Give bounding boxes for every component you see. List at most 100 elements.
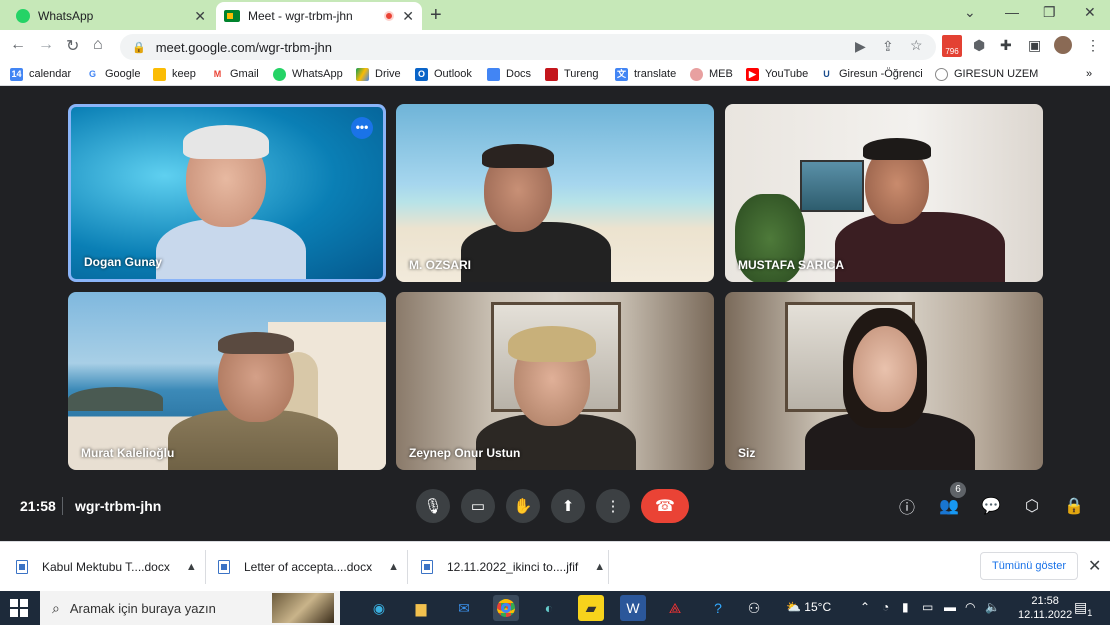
notification-count: 1 — [1087, 607, 1093, 618]
chevron-up-icon[interactable]: ▲ — [388, 561, 399, 573]
taskbar-clock[interactable]: 21:58 12.11.2022 — [1018, 594, 1072, 622]
chevron-up-icon[interactable]: ▲ — [594, 561, 605, 573]
bookmark-google[interactable]: G Google — [86, 66, 140, 82]
download-item[interactable]: Letter of accepta....docx ▲ — [218, 558, 399, 576]
bookmark-keep[interactable]: keep — [153, 66, 196, 82]
battery-icon[interactable]: ▬ — [944, 600, 956, 614]
edge-browser-icon[interactable]: ◉ — [366, 595, 392, 621]
microphone-icon: 🎙 — [423, 498, 443, 515]
side-panel-icon[interactable]: ▣ — [1028, 37, 1041, 54]
close-window-button[interactable]: ✕ — [1084, 4, 1096, 21]
show-all-downloads-button[interactable]: Tümünü göster — [980, 552, 1078, 580]
volume-icon[interactable]: 🔈 — [985, 600, 1000, 614]
weather-widget[interactable]: ⛅ 15°C — [786, 600, 831, 614]
tab-meet[interactable]: Meet - wgr-trbm-jhn ✕ — [216, 2, 422, 30]
share-icon[interactable]: ⇪ — [882, 38, 894, 55]
participant-tile[interactable]: Murat Kalelioğlu — [68, 292, 386, 470]
participant-video — [396, 104, 714, 282]
bookmark-tureng[interactable]: Tureng — [545, 66, 598, 82]
forward-arrow-icon[interactable]: → — [38, 36, 54, 54]
address-bar[interactable]: 🔒 meet.google.com/wgr-trbm-jhn — [120, 34, 936, 60]
more-options-icon[interactable]: ••• — [351, 117, 373, 139]
new-tab-button[interactable]: + — [430, 4, 442, 27]
tab-whatsapp[interactable]: WhatsApp ✕ — [8, 2, 214, 30]
participant-tile[interactable]: Zeynep Onur Ustun — [396, 292, 714, 470]
chat-icon[interactable]: 💬 — [979, 494, 1003, 518]
bookmark-whatsapp[interactable]: WhatsApp — [273, 66, 343, 82]
search-highlight-image — [272, 593, 334, 623]
people-icon[interactable]: ⚇ — [741, 595, 767, 621]
chevron-up-icon[interactable]: ▲ — [186, 561, 197, 573]
host-controls-lock-icon[interactable]: 🔒 — [1062, 494, 1086, 518]
tab-search-chevron-icon[interactable]: ⌄ — [964, 4, 976, 21]
bookmark-gmail[interactable]: M Gmail — [211, 66, 259, 82]
tray-app-icon[interactable]: ◔ — [882, 600, 889, 614]
home-icon[interactable]: ⌂ — [93, 36, 103, 54]
bookmark-label: Outlook — [434, 68, 472, 80]
minimize-button[interactable]: — — [1005, 4, 1019, 20]
reload-icon[interactable]: ↻ — [66, 36, 79, 56]
download-item[interactable]: Kabul Mektubu T....docx ▲ — [16, 558, 197, 576]
calendar-extension-icon[interactable]: 796 — [942, 35, 962, 57]
edge-dev-icon[interactable]: ◐ — [536, 595, 562, 621]
notification-center-icon[interactable]: ▤1 — [1074, 599, 1092, 618]
giresun-icon: U — [820, 67, 833, 81]
bookmark-translate[interactable]: 文 translate — [615, 66, 676, 82]
tray-chevron-icon[interactable]: ⌃ — [860, 600, 870, 614]
meeting-details-info-icon[interactable]: ⓘ — [895, 494, 919, 518]
bookmark-youtube[interactable]: ▶ YouTube — [746, 66, 808, 82]
acrobat-icon[interactable]: ⟁ — [662, 595, 688, 621]
back-arrow-icon[interactable]: ← — [10, 36, 26, 54]
mail-icon[interactable]: ✉ — [451, 595, 477, 621]
file-explorer-icon[interactable]: ▆ — [408, 595, 434, 621]
bookmark-label: Drive — [375, 68, 401, 80]
activities-icon[interactable]: ⬡ — [1020, 494, 1044, 518]
camera-in-use-icon[interactable]: ▶ — [855, 38, 866, 55]
close-tab-icon[interactable]: ✕ — [194, 8, 206, 25]
bookmark-star-icon[interactable]: ☆ — [910, 37, 923, 54]
bookmark-giresun-ogrenci[interactable]: U Giresun -Öğrenci — [820, 66, 923, 82]
tureng-icon — [545, 67, 558, 81]
raise-hand-button[interactable]: ✋ — [506, 489, 540, 523]
word-icon[interactable]: W — [620, 595, 646, 621]
recording-indicator-icon — [384, 11, 395, 21]
participant-tile[interactable]: Siz — [725, 292, 1043, 470]
present-screen-button[interactable]: ⬆ — [551, 489, 585, 523]
bookmark-calendar[interactable]: 14 calendar — [10, 66, 71, 82]
camera-button[interactable]: ▭ — [461, 489, 495, 523]
windows-start-icon[interactable] — [10, 599, 28, 617]
bookmark-drive[interactable]: Drive — [356, 66, 401, 82]
bookmark-giresun-uzem[interactable]: GIRESUN UZEM — [935, 66, 1038, 82]
profile-avatar[interactable] — [1054, 36, 1072, 54]
google-icon: G — [86, 67, 99, 81]
tray-display-icon[interactable]: ▭ — [922, 600, 933, 614]
close-tab-icon[interactable]: ✕ — [402, 8, 414, 25]
bookmark-meb[interactable]: MEB — [690, 66, 733, 82]
downloads-bar: Kabul Mektubu T....docx ▲ Letter of accep… — [0, 541, 1110, 591]
sticky-notes-icon[interactable]: ▰ — [578, 595, 604, 621]
download-name: Letter of accepta....docx — [244, 560, 373, 574]
help-icon[interactable]: ? — [705, 595, 731, 621]
download-item[interactable]: 12.11.2022_ikinci to....jfif ▲ — [421, 558, 605, 576]
participant-tile[interactable]: MUSTAFA SARICA — [725, 104, 1043, 282]
chrome-icon[interactable] — [493, 595, 519, 621]
bookmark-outlook[interactable]: O Outlook — [415, 66, 472, 82]
leave-call-button[interactable]: ☎ — [641, 489, 689, 523]
participant-name: M. OZSARI — [409, 258, 471, 272]
extension-icon[interactable]: ⬢ — [973, 37, 985, 54]
wifi-icon[interactable]: ◠ — [965, 600, 975, 614]
menu-kebab-icon[interactable]: ⋮ — [1086, 37, 1100, 54]
url-text: meet.google.com/wgr-trbm-jhn — [155, 39, 332, 55]
restore-button[interactable]: ❐ — [1043, 4, 1056, 21]
bookmark-docs[interactable]: Docs — [487, 66, 531, 82]
close-downloads-icon[interactable]: ✕ — [1088, 556, 1101, 576]
meet-favicon-icon — [224, 10, 240, 22]
participant-tile[interactable]: ••• Dogan Gunay — [68, 104, 386, 282]
puzzle-extensions-icon[interactable]: ✚ — [1000, 37, 1012, 54]
participant-tile[interactable]: M. OZSARI — [396, 104, 714, 282]
microphone-button[interactable]: 🎙 — [416, 489, 450, 523]
participant-name: Siz — [738, 446, 756, 460]
more-bookmarks-chevron-icon[interactable]: » — [1086, 66, 1092, 82]
more-options-button[interactable]: ⋮ — [596, 489, 630, 523]
tray-usb-icon[interactable]: ▮ — [902, 600, 909, 614]
